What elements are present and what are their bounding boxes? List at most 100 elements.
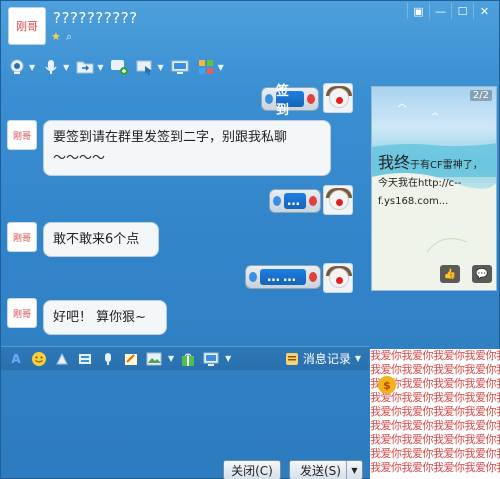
message-bubble: 好吧！ 算你狠~: [43, 300, 167, 335]
folder-icon: [75, 57, 95, 77]
image-icon[interactable]: [145, 350, 163, 368]
history-icon: [285, 352, 298, 365]
thumbs-up-icon[interactable]: 👍: [440, 265, 460, 283]
ad-text-big: 我终: [378, 153, 411, 172]
chevron-down-icon[interactable]: ▼: [218, 63, 224, 72]
sticker-bead: [273, 196, 281, 206]
message-bubble: 要签到请在群里发签到二字，别跟我私聊 ～～～～: [43, 120, 331, 176]
input-toolbar: A ▼ ▼ 消息记录 ▼: [1, 346, 369, 370]
remote-icon: [170, 57, 190, 77]
video-call-button[interactable]: ▼: [7, 57, 35, 77]
skin-button[interactable]: ▣: [407, 3, 429, 19]
message-list: 签到 刚哥 要签到请在群里发签到二字，别跟我私聊 ～～～～ … 刚哥 敢不敢来6…: [1, 81, 369, 346]
remote-assist-button[interactable]: [170, 57, 190, 77]
sticker-text: ……: [260, 269, 306, 285]
webcam-icon: [7, 57, 27, 77]
sticker-message[interactable]: 签到: [261, 84, 319, 118]
voice-message-icon[interactable]: [99, 350, 117, 368]
send-options-chevron-icon[interactable]: ▼: [346, 461, 362, 479]
create-discussion-button[interactable]: [109, 57, 129, 77]
minimize-button[interactable]: —: [429, 3, 451, 19]
pattern-row: 我爱你我爱你我爱你我爱你我爱你我爱你我爱你我爱你: [370, 349, 500, 362]
emoji-icon[interactable]: [30, 350, 48, 368]
chevron-down-icon[interactable]: ▼: [63, 63, 69, 72]
apps-button[interactable]: ▼: [196, 57, 224, 77]
message-text: 好吧！ 算你狠~: [53, 310, 147, 325]
chevron-down-icon[interactable]: ▼: [168, 354, 174, 363]
chat-window: 刚哥 ?????????? ★ ⌕ ▣ — ☐ ✕ ▼ ▼ ▼ ▼ ▼ 签到 刚…: [0, 0, 500, 479]
close-button[interactable]: 关闭(C): [223, 460, 281, 479]
chevron-down-icon[interactable]: ▼: [97, 63, 103, 72]
template-icon[interactable]: [76, 350, 94, 368]
avatar-text: 刚哥: [16, 20, 38, 33]
message-text: 要签到请在群里发签到二字，别跟我私聊: [53, 130, 288, 145]
contact-avatar[interactable]: 刚哥: [8, 7, 46, 45]
ad-page-indicator: 2/2: [469, 90, 492, 101]
message-text: 敢不敢来6个点: [53, 232, 140, 247]
pattern-row: 我爱你我爱你我爱你我爱你我爱你我爱你我爱你我爱你: [370, 363, 500, 376]
sticker-message[interactable]: ……: [245, 265, 321, 289]
contact-avatar-small[interactable]: 刚哥: [7, 222, 37, 252]
send-file-button[interactable]: ▼: [75, 57, 103, 77]
search-icon[interactable]: ⌕: [66, 31, 78, 43]
font-icon[interactable]: A: [7, 350, 25, 368]
close-window-button[interactable]: ✕: [473, 3, 495, 19]
my-avatar[interactable]: [323, 83, 353, 113]
pattern-row: 我爱你我爱你我爱你我爱你我爱你我爱你我爱你我爱你: [370, 447, 500, 460]
screen-share-button[interactable]: ▼: [135, 57, 164, 77]
ad-text: 我终于有CF雷神了， 今天我在http://c-- f.ys168.com...: [378, 154, 483, 211]
avatar-nose: [336, 277, 343, 284]
ad-text-line2: 今天我在http://c--: [378, 178, 462, 189]
history-label: 消息记录: [302, 352, 351, 366]
sticker-bead: [309, 196, 317, 206]
avatar-text: 刚哥: [12, 309, 31, 320]
ad-panel[interactable]: 2/2 我终于有CF雷神了， 今天我在http://c-- f.ys168.co…: [371, 86, 497, 291]
chevron-down-icon: ▼: [354, 354, 361, 363]
top-toolbar: ▼ ▼ ▼ ▼ ▼: [7, 56, 224, 78]
contact-avatar-small[interactable]: 刚哥: [7, 120, 37, 150]
message-history-button[interactable]: 消息记录 ▼: [285, 350, 361, 367]
avatar-text: 刚哥: [12, 233, 31, 244]
star-icon: ★: [51, 30, 61, 43]
pattern-row: 我爱你我爱你我爱你我爱你我爱你我爱你我爱你我爱你: [370, 461, 500, 474]
apps-icon: [196, 57, 216, 77]
pattern-row: 我爱你我爱你我爱你我爱你我爱你我爱你我爱你我爱你: [370, 405, 500, 418]
message-input[interactable]: [1, 371, 369, 456]
sticker-text: …: [284, 193, 306, 209]
chevron-down-icon[interactable]: ▼: [29, 63, 35, 72]
send-label: 发送(S): [300, 463, 341, 478]
message-bubble: 敢不敢来6个点: [43, 222, 159, 257]
my-avatar[interactable]: [323, 263, 353, 293]
chevron-down-icon[interactable]: ▼: [157, 63, 163, 72]
sticker-bead: [249, 272, 257, 282]
avatar-nose: [336, 97, 343, 104]
sticker-message[interactable]: …: [269, 189, 321, 213]
coin-icon: $: [378, 376, 396, 394]
pattern-row: 我爱你我爱你我爱你我爱你我爱你我爱你我爱你我爱你: [370, 419, 500, 432]
gift-icon[interactable]: [179, 350, 197, 368]
message-text: ～～～～: [53, 151, 106, 166]
microphone-icon: [41, 57, 61, 77]
contact-nickname: ??????????: [53, 9, 138, 27]
pattern-row: 我爱你我爱你我爱你我爱你我爱你我爱你我爱你我爱你: [370, 433, 500, 446]
shake-window-icon[interactable]: [53, 350, 71, 368]
sticker-bead: [309, 272, 317, 282]
screenshot-icon[interactable]: [202, 350, 220, 368]
screen-share-icon: [135, 57, 155, 77]
scribble-icon[interactable]: [122, 350, 140, 368]
ad-text-line3: f.ys168.com...: [378, 196, 449, 207]
add-chat-icon: [109, 57, 129, 77]
contact-avatar-small[interactable]: 刚哥: [7, 298, 37, 328]
comment-icon[interactable]: 💬: [472, 265, 492, 283]
love-pattern-panel: 我爱你我爱你我爱你我爱你 我爱你我爱你我爱你我爱你 我爱你我爱你我爱你我爱你 我爱你…: [370, 349, 500, 479]
voice-call-button[interactable]: ▼: [41, 57, 69, 77]
sticker-bead: [307, 94, 315, 104]
avatar-text: 刚哥: [12, 131, 31, 142]
ad-text-line1: 于有CF雷神了，: [410, 160, 483, 171]
maximize-button[interactable]: ☐: [451, 3, 473, 19]
sticker-text: 签到: [276, 84, 304, 118]
send-button[interactable]: 发送(S) ▼: [289, 460, 363, 479]
avatar-nose: [336, 199, 343, 206]
chevron-down-icon[interactable]: ▼: [225, 354, 231, 363]
my-avatar[interactable]: [323, 185, 353, 215]
